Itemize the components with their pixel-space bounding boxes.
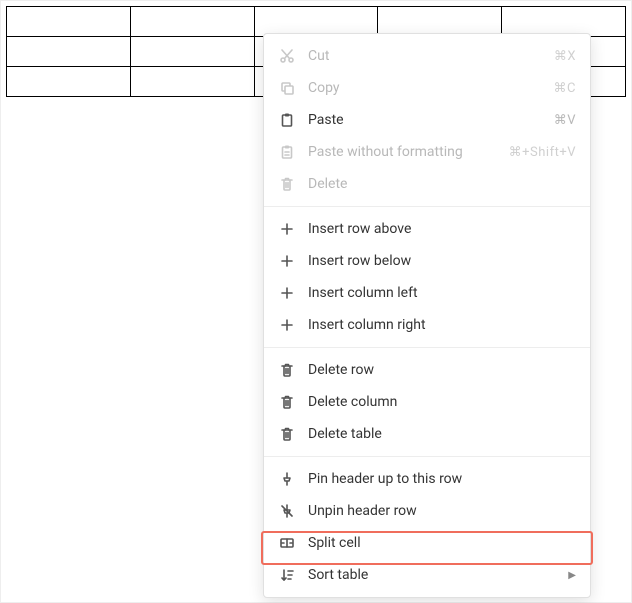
menu-item-label: Copy xyxy=(308,80,554,96)
menu-item-label: Delete row xyxy=(308,362,576,378)
menu-separator xyxy=(264,347,590,348)
menu-item-shortcut: ⌘X xyxy=(554,49,576,64)
menu-item-split-cell[interactable]: Split cell xyxy=(264,527,590,559)
table-cell[interactable] xyxy=(502,7,626,37)
table-cell[interactable] xyxy=(7,67,131,97)
table-cell[interactable] xyxy=(254,7,378,37)
menu-separator xyxy=(264,456,590,457)
menu-item-label: Insert column left xyxy=(308,285,576,301)
menu-item-insert-column-right[interactable]: Insert column right xyxy=(264,309,590,341)
menu-item-insert-row-above[interactable]: Insert row above xyxy=(264,213,590,245)
menu-item-pin-header[interactable]: Pin header up to this row xyxy=(264,463,590,495)
menu-item-delete-column[interactable]: Delete column xyxy=(264,386,590,418)
trash-icon xyxy=(278,361,296,379)
paste-icon xyxy=(278,111,296,129)
menu-item-insert-row-below[interactable]: Insert row below xyxy=(264,245,590,277)
menu-item-delete-row[interactable]: Delete row xyxy=(264,354,590,386)
table-cell[interactable] xyxy=(378,7,502,37)
menu-item-label: Cut xyxy=(308,48,554,64)
menu-item-label: Insert row above xyxy=(308,221,576,237)
menu-item-label: Sort table xyxy=(308,567,560,583)
table-cell[interactable] xyxy=(130,7,254,37)
chevron-right-icon: ▶ xyxy=(568,570,576,581)
paste-plain-icon xyxy=(278,143,296,161)
menu-item-label: Paste without formatting xyxy=(308,144,509,160)
menu-item-label: Insert row below xyxy=(308,253,576,269)
plus-icon xyxy=(278,284,296,302)
menu-item-label: Unpin header row xyxy=(308,503,576,519)
menu-item-delete: Delete xyxy=(264,168,590,200)
trash-icon xyxy=(278,393,296,411)
menu-item-paste-nofmt: Paste without formatting⌘+Shift+V xyxy=(264,136,590,168)
table-cell[interactable] xyxy=(130,67,254,97)
context-menu: Cut⌘XCopy⌘CPaste⌘VPaste without formatti… xyxy=(263,33,591,598)
menu-item-sort-table[interactable]: Sort table ▶ xyxy=(264,559,590,591)
menu-separator xyxy=(264,206,590,207)
cut-icon xyxy=(278,47,296,65)
menu-item-label: Pin header up to this row xyxy=(308,471,576,487)
menu-item-label: Delete xyxy=(308,176,576,192)
menu-item-shortcut: ⌘V xyxy=(554,113,576,128)
menu-item-delete-table[interactable]: Delete table xyxy=(264,418,590,450)
pin-icon xyxy=(278,470,296,488)
menu-item-shortcut: ⌘+Shift+V xyxy=(509,145,576,160)
table-cell[interactable] xyxy=(7,7,131,37)
trash-icon xyxy=(278,175,296,193)
menu-item-cut: Cut⌘X xyxy=(264,40,590,72)
plus-icon xyxy=(278,220,296,238)
copy-icon xyxy=(278,79,296,97)
menu-item-unpin-header[interactable]: Unpin header row xyxy=(264,495,590,527)
sort-icon xyxy=(278,566,296,584)
menu-item-label: Insert column right xyxy=(308,317,576,333)
menu-item-label: Split cell xyxy=(308,535,576,551)
split-icon xyxy=(278,534,296,552)
plus-icon xyxy=(278,316,296,334)
menu-item-copy: Copy⌘C xyxy=(264,72,590,104)
menu-item-shortcut: ⌘C xyxy=(554,81,576,96)
menu-item-label: Delete table xyxy=(308,426,576,442)
menu-item-label: Paste xyxy=(308,112,554,128)
menu-item-insert-column-left[interactable]: Insert column left xyxy=(264,277,590,309)
table-cell[interactable] xyxy=(7,37,131,67)
table-cell[interactable] xyxy=(130,37,254,67)
menu-item-label: Delete column xyxy=(308,394,576,410)
menu-item-paste[interactable]: Paste⌘V xyxy=(264,104,590,136)
trash-icon xyxy=(278,425,296,443)
plus-icon xyxy=(278,252,296,270)
unpin-icon xyxy=(278,502,296,520)
